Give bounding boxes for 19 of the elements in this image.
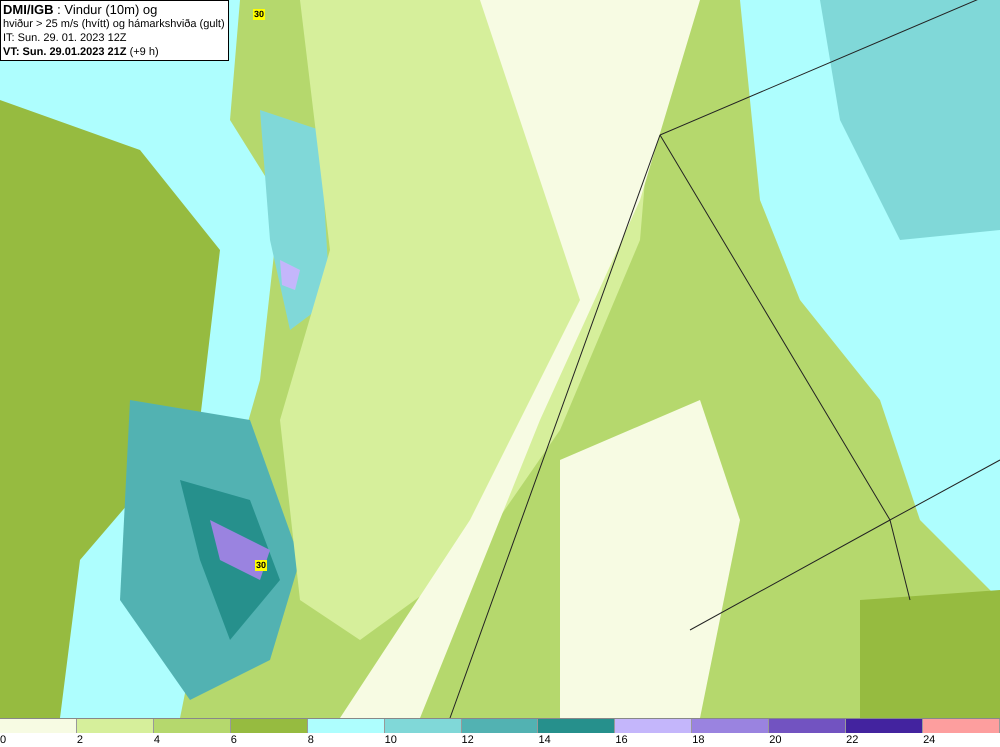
info-text: IT: Sun. 29. 01. 2023 12Z bbox=[3, 31, 128, 45]
legend-label: 2 bbox=[76, 733, 84, 747]
legend-label: 12 bbox=[462, 733, 474, 747]
legend-label: 0 bbox=[0, 733, 6, 747]
legend-label: 6 bbox=[230, 733, 237, 747]
legend-label: 18 bbox=[692, 733, 705, 747]
info-text: DMI/IGB : Vindur (10m) og bbox=[3, 2, 158, 17]
info-text: VT: Sun. 29.01.2023 21Z (+9 h) bbox=[3, 45, 160, 59]
gust-label: 30 bbox=[255, 560, 268, 571]
legend-label: 10 bbox=[384, 733, 397, 747]
gust-label: 30 bbox=[253, 9, 266, 20]
info-text: hviður > 25 m/s (hvítt) og hámarkshviða (gult) bbox=[3, 17, 226, 31]
legend-label: 14 bbox=[538, 733, 551, 747]
legend-label: 24 bbox=[923, 733, 936, 747]
legend-label: 20 bbox=[769, 733, 782, 747]
legend-label: 8 bbox=[308, 733, 314, 747]
legend-label: 22 bbox=[846, 733, 858, 747]
legend-label: 4 bbox=[154, 733, 160, 747]
legend-label: 16 bbox=[615, 733, 628, 747]
